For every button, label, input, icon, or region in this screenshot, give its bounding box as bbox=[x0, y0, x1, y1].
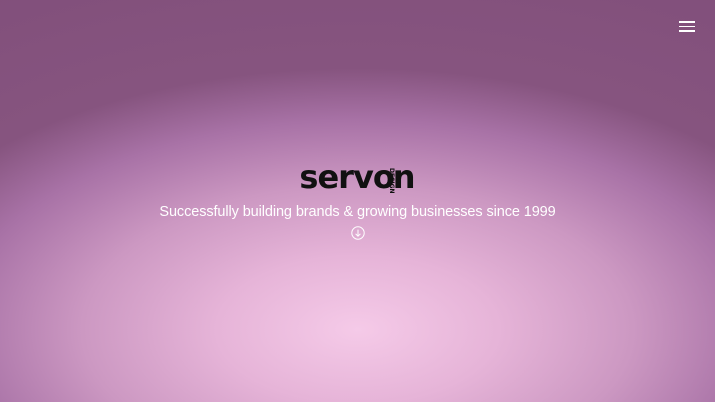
menu-line bbox=[679, 25, 695, 27]
menu-line bbox=[679, 21, 695, 23]
servon-logo[interactable]: servoDESIGNn bbox=[299, 160, 415, 194]
arrow-down-circle-icon bbox=[350, 226, 365, 240]
hero-tagline: Successfully building brands & growing b… bbox=[159, 204, 556, 220]
logo-wordmark-end: n bbox=[392, 158, 416, 196]
hero-section: servoDESIGNn Successfully building brand… bbox=[0, 160, 715, 245]
hamburger-menu-icon[interactable] bbox=[679, 21, 695, 33]
logo-wordmark: servo bbox=[299, 158, 394, 196]
menu-line bbox=[679, 30, 695, 32]
scroll-down-icon[interactable] bbox=[350, 226, 365, 240]
